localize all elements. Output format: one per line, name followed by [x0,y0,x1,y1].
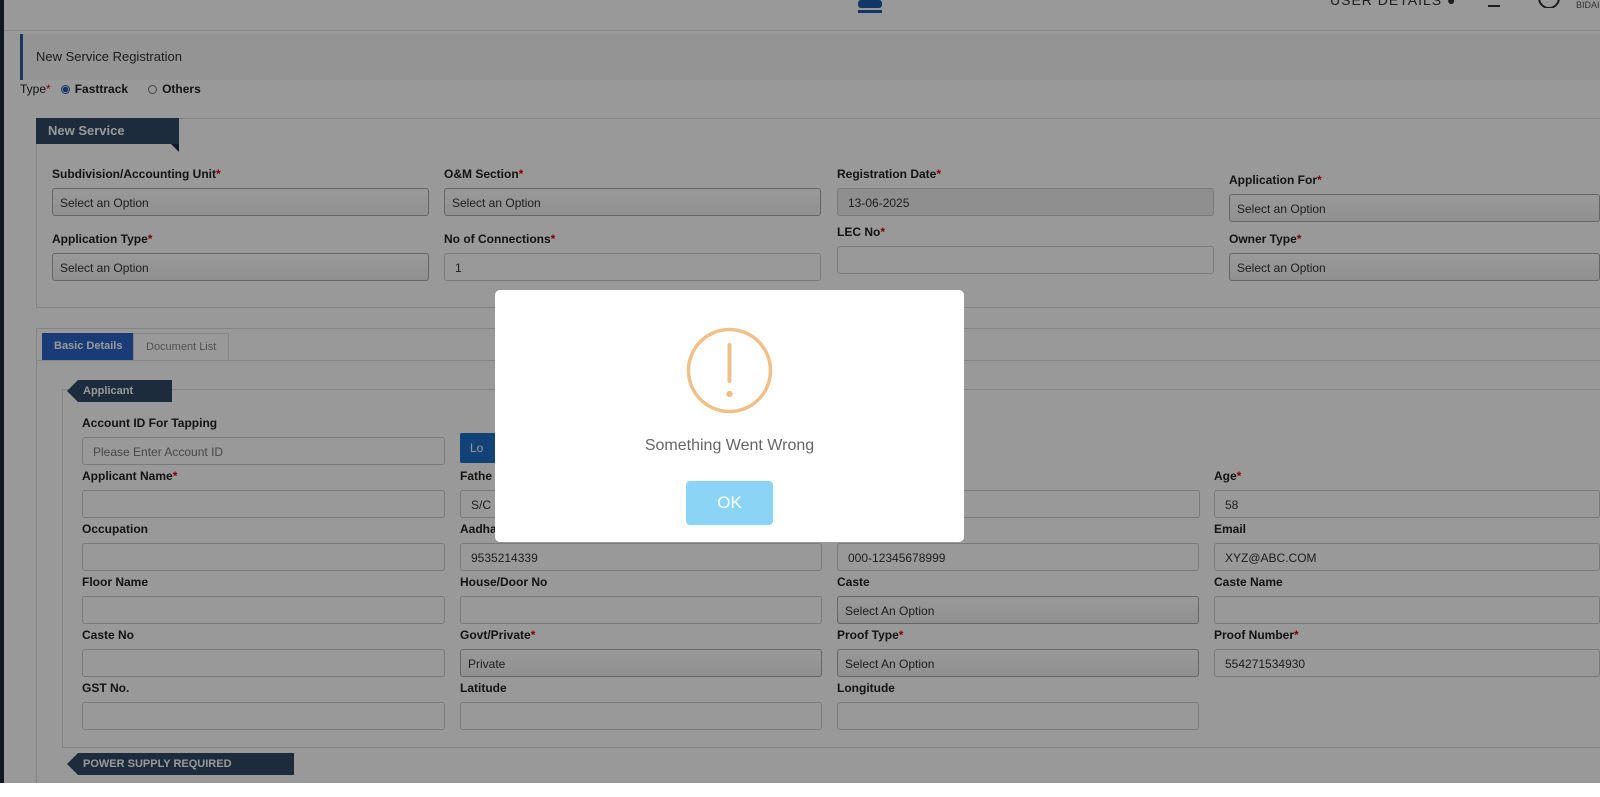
ok-button[interactable]: OK [686,481,773,525]
error-message: Something Went Wrong [644,437,815,454]
warning-icon [686,327,773,414]
